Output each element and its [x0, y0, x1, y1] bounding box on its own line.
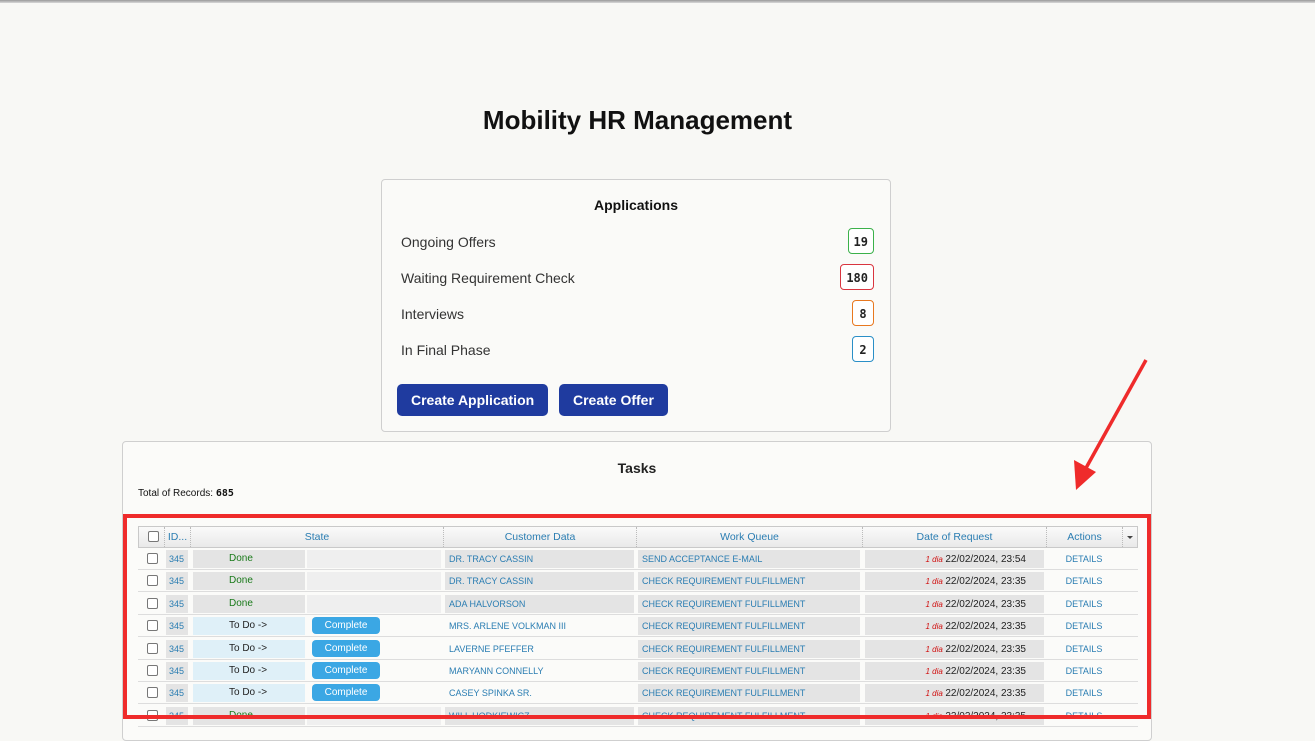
app-row-label: Interviews	[401, 306, 465, 322]
annotation-arrow-icon	[1074, 359, 1148, 490]
count-badge: 180	[840, 264, 874, 290]
total-records-label: Total of Records:	[138, 488, 214, 499]
app-row-interviews[interactable]: Interviews 8	[401, 300, 874, 328]
create-offer-button[interactable]: Create Offer	[559, 384, 668, 416]
applications-title: Applications	[593, 197, 678, 213]
count-badge: 19	[847, 228, 874, 254]
count-badge: 2	[852, 336, 874, 362]
app-row-waiting-requirement-check[interactable]: Waiting Requirement Check 180	[401, 264, 874, 292]
app-row-in-final-phase[interactable]: In Final Phase 2	[401, 336, 874, 364]
app-row-ongoing-offers[interactable]: Ongoing Offers 19	[401, 228, 874, 256]
total-records: Total of Records: 685	[138, 488, 234, 499]
app-row-label: Ongoing Offers	[401, 234, 496, 250]
browser-top-edge	[0, 0, 1315, 3]
page-title: Mobility HR Management	[482, 105, 793, 136]
create-application-button[interactable]: Create Application	[397, 384, 549, 416]
annotation-highlight-box	[123, 514, 1151, 719]
app-row-label: In Final Phase	[401, 342, 491, 358]
tasks-title: Tasks	[617, 460, 657, 476]
total-records-value: 685	[215, 488, 234, 499]
app-row-label: Waiting Requirement Check	[401, 270, 575, 286]
count-badge: 8	[852, 300, 874, 326]
